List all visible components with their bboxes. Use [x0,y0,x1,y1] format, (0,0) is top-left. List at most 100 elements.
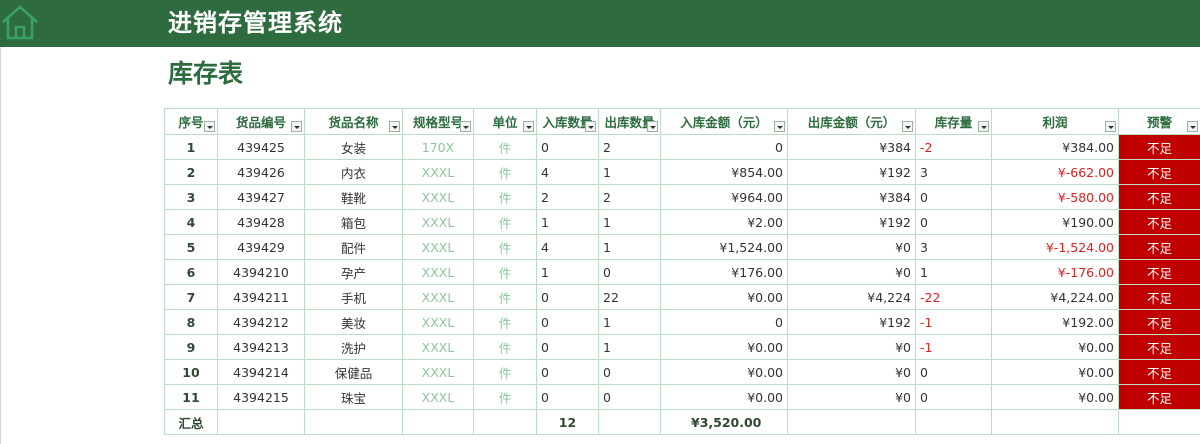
table-row: 5 439429 配件 XXXL 件 4 1 ¥1,524.00 ¥0 3 ¥-1,524.00 不足 [164,234,1200,260]
row-seq: 9 [164,334,218,360]
profit: ¥4,224.00 [991,284,1119,310]
alert-badge: 不足 [1118,259,1200,285]
column-header: 货品编号 [217,108,305,135]
page-title: 库存表 [168,59,244,88]
in-amount: 0 [660,134,788,160]
total-in-amount: ¥3,520.00 [660,409,788,435]
in-qty: 1 [536,259,599,285]
item-unit: 件 [473,184,537,210]
total-empty [787,409,916,435]
filter-dropdown-icon[interactable] [774,121,785,132]
row-seq: 8 [164,309,218,335]
home-icon[interactable] [0,0,40,44]
column-header-label: 入库金额（元） [680,115,768,130]
in-qty: 0 [536,384,599,410]
out-qty: 0 [598,259,661,285]
in-qty: 2 [536,184,599,210]
filter-dropdown-icon[interactable] [523,121,534,132]
item-spec: XXXL [402,359,474,385]
alert-badge: 不足 [1118,184,1200,210]
stock-qty: 0 [915,359,992,385]
app-header: 进销存管理系统 [0,0,1200,47]
out-amount: ¥384 [787,134,916,160]
app-title: 进销存管理系统 [168,9,343,37]
filter-dropdown-icon[interactable] [460,121,471,132]
alert-badge: 不足 [1118,309,1200,335]
column-header: 序号 [164,108,218,135]
column-header: 利润 [991,108,1119,135]
in-amount: ¥0.00 [660,359,788,385]
out-amount: ¥0 [787,334,916,360]
table-row: 4 439428 箱包 XXXL 件 1 1 ¥2.00 ¥192 0 ¥190.00 不足 [164,209,1200,235]
item-name: 孕产 [304,259,403,285]
item-spec: XXXL [402,259,474,285]
item-code: 4394210 [217,259,305,285]
table-row: 10 4394214 保健品 XXXL 件 0 0 ¥0.00 ¥0 0 ¥0.00 不足 [164,359,1200,385]
item-spec: XXXL [402,184,474,210]
item-name: 珠宝 [304,384,403,410]
item-name: 洗护 [304,334,403,360]
row-seq: 5 [164,234,218,260]
item-spec: XXXL [402,384,474,410]
filter-dropdown-icon[interactable] [1187,121,1198,132]
item-spec: XXXL [402,309,474,335]
filter-dropdown-icon[interactable] [204,121,215,132]
row-seq: 6 [164,259,218,285]
filter-dropdown-icon[interactable] [1105,121,1116,132]
out-qty: 1 [598,209,661,235]
out-qty: 2 [598,134,661,160]
out-qty: 2 [598,184,661,210]
item-code: 439427 [217,184,305,210]
item-spec: XXXL [402,284,474,310]
item-spec: XXXL [402,334,474,360]
row-seq: 1 [164,134,218,160]
stock-qty: 0 [915,384,992,410]
table-row: 11 4394215 珠宝 XXXL 件 0 0 ¥0.00 ¥0 0 ¥0.00 不足 [164,384,1200,410]
in-qty: 1 [536,209,599,235]
item-code: 4394215 [217,384,305,410]
in-amount: ¥854.00 [660,159,788,185]
column-header: 库存量 [915,108,992,135]
item-name: 保健品 [304,359,403,385]
filter-dropdown-icon[interactable] [389,121,400,132]
row-seq: 11 [164,384,218,410]
item-code: 4394214 [217,359,305,385]
stock-qty: 0 [915,209,992,235]
out-amount: ¥4,224 [787,284,916,310]
filter-dropdown-icon[interactable] [585,121,596,132]
in-amount: ¥1,524.00 [660,234,788,260]
in-amount: ¥964.00 [660,184,788,210]
filter-dropdown-icon[interactable] [978,121,989,132]
in-qty: 0 [536,359,599,385]
alert-badge: 不足 [1118,234,1200,260]
column-header: 入库金额（元） [660,108,788,135]
row-seq: 4 [164,209,218,235]
item-code: 439426 [217,159,305,185]
item-code: 439425 [217,134,305,160]
stock-qty: 1 [915,259,992,285]
in-amount: ¥2.00 [660,209,788,235]
item-name: 女装 [304,134,403,160]
item-unit: 件 [473,134,537,160]
filter-dropdown-icon[interactable] [902,121,913,132]
item-unit: 件 [473,234,537,260]
total-row: 汇总 12 ¥3,520.00 [164,409,1200,435]
out-qty: 1 [598,334,661,360]
profit: ¥190.00 [991,209,1119,235]
item-code: 439428 [217,209,305,235]
filter-dropdown-icon[interactable] [647,121,658,132]
alert-badge: 不足 [1118,159,1200,185]
table-row: 1 439425 女装 170X 件 0 2 0 ¥384 -2 ¥384.00 不足 [164,134,1200,160]
row-seq: 10 [164,359,218,385]
table-row: 2 439426 内衣 XXXL 件 4 1 ¥854.00 ¥192 3 ¥-662.00 不足 [164,159,1200,185]
column-header: 出库金额（元） [787,108,916,135]
alert-badge: 不足 [1118,284,1200,310]
in-qty: 0 [536,134,599,160]
alert-badge: 不足 [1118,134,1200,160]
column-header: 货品名称 [304,108,403,135]
out-amount: ¥384 [787,184,916,210]
inventory-table: 序号 货品编号 货品名称 规格型号 单位 入库数量 出库数量 入库金额（元） 出库金额（元） 库存… [164,108,1200,435]
total-empty [473,409,537,435]
profit: ¥-1,524.00 [991,234,1119,260]
filter-dropdown-icon[interactable] [291,121,302,132]
